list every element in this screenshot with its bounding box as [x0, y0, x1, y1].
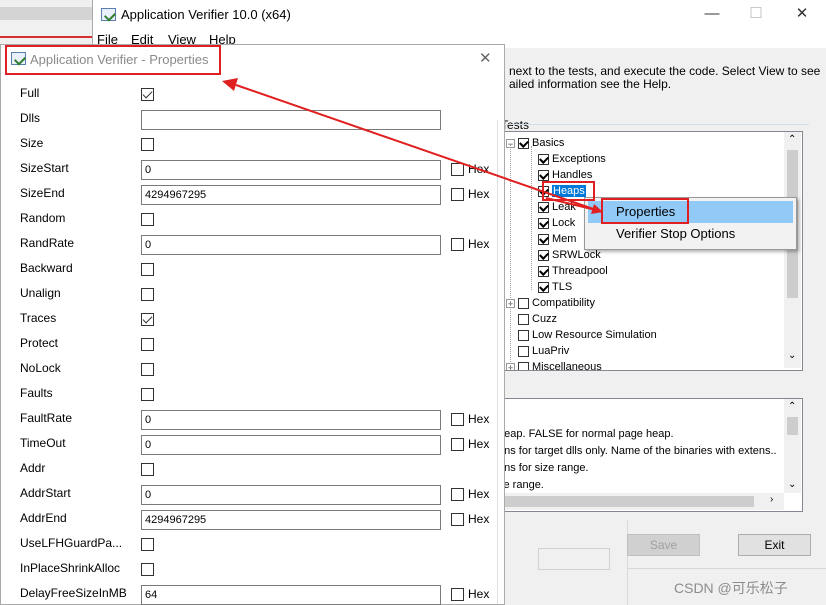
annotation-arrows: [222, 78, 603, 214]
arrow-to-properties-line: [545, 197, 597, 211]
watermark: CSDN @可乐松子: [674, 580, 788, 596]
arrow-to-title-head: [222, 78, 238, 91]
arrow-to-title-line: [235, 84, 603, 213]
